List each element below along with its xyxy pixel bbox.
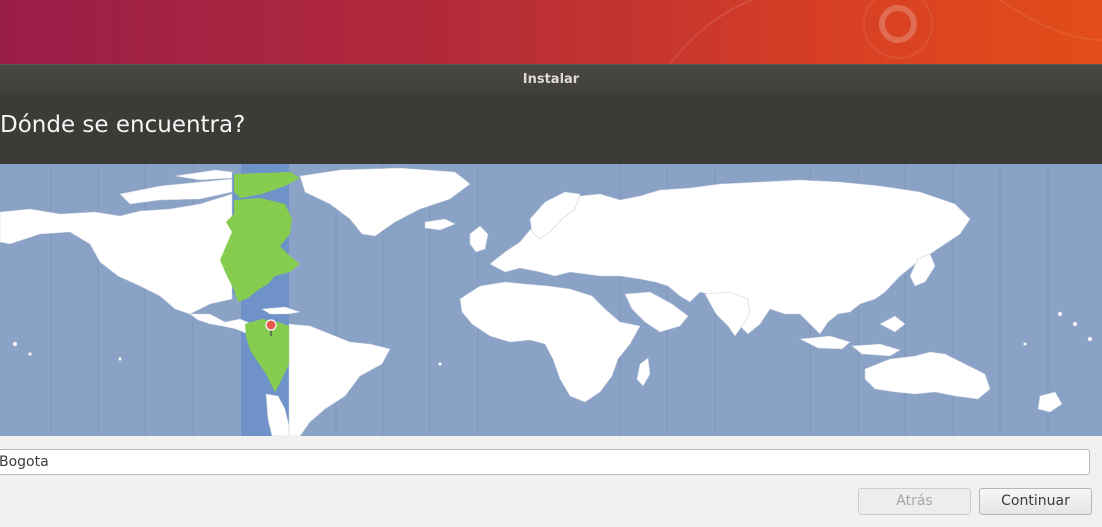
back-button[interactable]: Atrás [858, 488, 971, 515]
page-header: Dónde se encuentra? [0, 94, 1102, 164]
continue-button[interactable]: Continuar [979, 488, 1092, 515]
window-titlebar[interactable]: Instalar [0, 64, 1102, 94]
installer-window: Instalar Dónde se encuentra? Bogota Atrá… [0, 64, 1102, 527]
timezone-map[interactable] [0, 164, 1102, 436]
location-input[interactable] [0, 449, 1090, 475]
window-title: Instalar [522, 72, 580, 87]
world-map-graphic [0, 164, 1102, 436]
ubuntu-wallpaper-graphic [669, 0, 1102, 64]
page-title: Dónde se encuentra? [0, 112, 246, 138]
desktop-wallpaper [0, 0, 1102, 64]
